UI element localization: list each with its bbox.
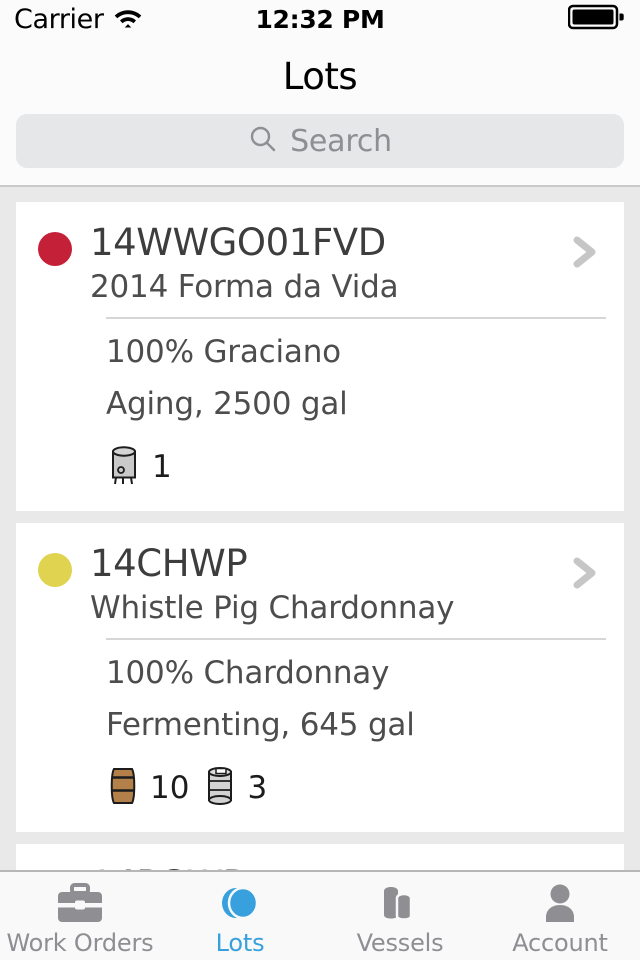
header-divider	[0, 185, 640, 187]
tab-lots[interactable]: Lots	[160, 872, 320, 960]
lot-titles: 14CHWP Whistle Pig Chardonnay	[72, 541, 562, 626]
list-item[interactable]: 14WWGO01FVD 2014 Forma da Vida 100% Grac…	[16, 202, 624, 511]
lots-list[interactable]: 14WWGO01FVD 2014 Forma da Vida 100% Grac…	[0, 190, 640, 870]
search-icon	[248, 124, 278, 158]
vessel-tally: 10	[106, 765, 189, 811]
lot-composition: 100% Chardonnay	[106, 655, 390, 692]
navigation-bar: Lots	[0, 38, 640, 114]
list-item[interactable]: 14CHWP Whistle Pig Chardonnay 100% Chard…	[16, 522, 624, 832]
lot-header: 14CHWP Whistle Pig Chardonnay	[16, 541, 624, 626]
lot-code: 14WWGO01FVD	[90, 221, 386, 264]
tank-icon	[106, 443, 142, 491]
tab-label: Lots	[215, 928, 265, 957]
lot-stage-volume: Fermenting, 645 gal	[106, 706, 415, 743]
lot-stage-volume: Aging, 2500 gal	[106, 386, 348, 423]
lot-vessels: 10 3	[106, 764, 606, 812]
vessel-count: 1	[152, 448, 172, 485]
lot-name: 2014 Forma da Vida	[90, 268, 399, 305]
lot-name: Whistle Pig Chardonnay	[90, 589, 455, 626]
lot-header: 14WWGO01FVD 2014 Forma da Vida	[16, 221, 624, 305]
tab-label: Account	[512, 928, 608, 957]
tab-work-orders[interactable]: Work Orders	[0, 872, 160, 960]
briefcase-icon	[56, 880, 104, 926]
tab-vessels[interactable]: Vessels	[320, 872, 480, 960]
lot-divider	[106, 638, 606, 641]
chevron-right-icon[interactable]	[562, 551, 606, 599]
search-input[interactable]: Search	[16, 114, 624, 168]
page-title: Lots	[282, 54, 358, 98]
lot-composition: 100% Graciano	[106, 334, 341, 371]
status-badge	[38, 552, 72, 587]
list-item[interactable]: 14PGWD	[16, 843, 624, 870]
vessel-tally: 1	[106, 443, 172, 491]
lots-circles-icon	[216, 880, 264, 926]
tab-bar: Work Orders Lots Vessels Account	[0, 870, 640, 960]
vessel-count: 10	[150, 769, 190, 806]
clock-label: 12:32 PM	[255, 4, 385, 34]
vessel-count: 3	[247, 769, 268, 806]
person-icon	[536, 880, 584, 926]
lot-divider	[106, 317, 606, 320]
tab-account[interactable]: Account	[480, 872, 640, 960]
lot-titles: 14WWGO01FVD 2014 Forma da Vida	[72, 221, 562, 305]
chevron-right-icon[interactable]	[562, 230, 606, 278]
lot-details: 100% Chardonnay Fermenting, 645 gal 10 3	[16, 656, 624, 811]
vessel-tally: 3	[203, 764, 267, 812]
status-bar: Carrier 12:32 PM	[0, 0, 640, 38]
status-badge	[38, 232, 72, 266]
lot-details: 100% Graciano Aging, 2500 gal 1	[16, 335, 624, 490]
lot-code: 14CHWP	[90, 541, 248, 585]
lot-vessels: 1	[106, 443, 606, 491]
search-placeholder: Search	[290, 123, 392, 159]
barrel-icon	[106, 765, 140, 811]
tab-label: Work Orders	[6, 928, 154, 957]
vessels-icon	[376, 880, 424, 926]
tab-label: Vessels	[356, 928, 444, 957]
search-container: Search	[0, 114, 640, 185]
keg-icon	[203, 764, 237, 812]
